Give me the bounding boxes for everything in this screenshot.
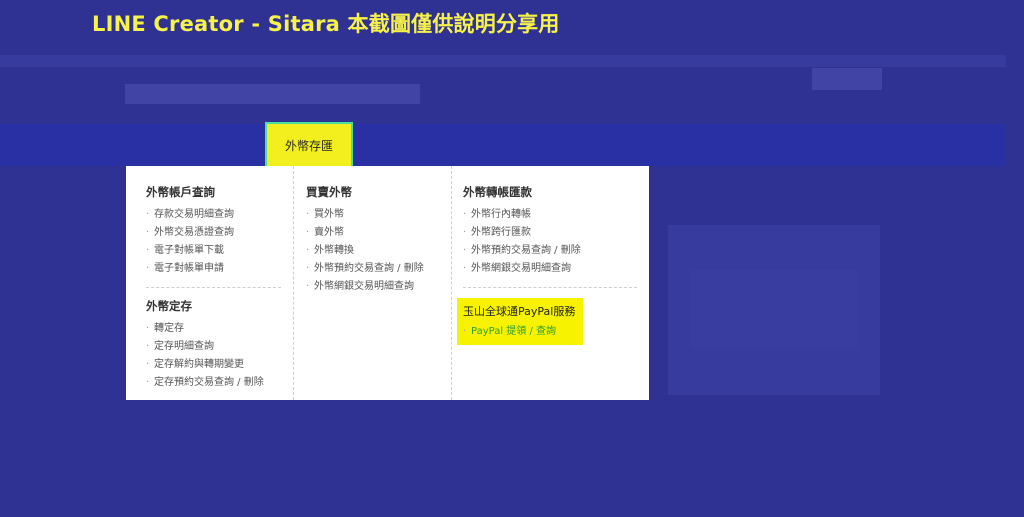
menu-item-transfer-scheduled[interactable]: 外幣預約交易查詢 / 刪除 — [463, 242, 649, 260]
menu-item-estatement-apply[interactable]: 電子對帳單申請 — [146, 260, 293, 278]
menu-item-interbank-remit[interactable]: 外幣跨行匯款 — [463, 224, 649, 242]
menu-column-3: 外幣轉帳匯款 外幣行內轉帳 外幣跨行匯款 外幣預約交易查詢 / 刪除 外幣網銀交… — [451, 166, 649, 400]
section-title-buy-sell: 買賣外幣 — [306, 185, 352, 199]
menu-item-open-time-deposit[interactable]: 轉定存 — [146, 320, 293, 338]
menu-item-scheduled-inquiry[interactable]: 外幣預約交易查詢 / 刪除 — [306, 260, 451, 278]
section-title-time-deposit: 外幣定存 — [146, 299, 192, 313]
menu-item-currency-exchange[interactable]: 外幣轉換 — [306, 242, 451, 260]
section-title-transfer: 外幣轉帳匯款 — [463, 185, 532, 199]
menu-item-sell-currency[interactable]: 賣外幣 — [306, 224, 451, 242]
menu-item-time-deposit-cancel[interactable]: 定存解約與轉期變更 — [146, 356, 293, 374]
menu-item-online-detail[interactable]: 外幣網銀交易明細查詢 — [306, 278, 451, 296]
section-title-paypal: 玉山全球通PayPal服務 — [463, 305, 576, 318]
menu-item-time-deposit-scheduled[interactable]: 定存預約交易查詢 / 刪除 — [146, 374, 293, 392]
section-divider — [146, 287, 281, 288]
menu-item-voucher-inquiry[interactable]: 外幣交易憑證查詢 — [146, 224, 293, 242]
blurred-login-button — [812, 68, 882, 90]
menu-item-internal-transfer[interactable]: 外幣行內轉帳 — [463, 206, 649, 224]
dropdown-menu: 外幣帳戶查詢 存款交易明細查詢 外幣交易憑證查詢 電子對帳單下載 電子對帳單申請… — [126, 166, 649, 400]
menu-item-buy-currency[interactable]: 買外幣 — [306, 206, 451, 224]
main-navbar — [0, 124, 1006, 166]
tab-foreign-currency[interactable]: 外幣存匯 — [265, 122, 353, 167]
menu-column-1: 外幣帳戶查詢 存款交易明細查詢 外幣交易憑證查詢 電子對帳單下載 電子對帳單申請… — [126, 166, 293, 400]
menu-item-time-deposit-detail[interactable]: 定存明細查詢 — [146, 338, 293, 356]
blurred-top-strip — [0, 55, 1006, 67]
menu-item-transfer-online-detail[interactable]: 外幣網銀交易明細查詢 — [463, 260, 649, 278]
menu-item-paypal-withdraw[interactable]: PayPal 提領 / 查詢 — [463, 323, 577, 341]
section-divider — [463, 287, 637, 288]
watermark-text: LINE Creator - Sitara 本截圖僅供說明分享用 — [92, 12, 560, 36]
paypal-highlight: 玉山全球通PayPal服務 PayPal 提領 / 查詢 — [457, 298, 583, 345]
menu-column-2: 買賣外幣 買外幣 賣外幣 外幣轉換 外幣預約交易查詢 / 刪除 外幣網銀交易明細… — [293, 166, 451, 400]
menu-item-deposit-detail[interactable]: 存款交易明細查詢 — [146, 206, 293, 224]
blurred-side-panel — [668, 225, 880, 395]
menu-item-estatement-download[interactable]: 電子對帳單下載 — [146, 242, 293, 260]
section-title-account-inquiry: 外幣帳戶查詢 — [146, 185, 215, 199]
blurred-header-block — [125, 84, 420, 104]
